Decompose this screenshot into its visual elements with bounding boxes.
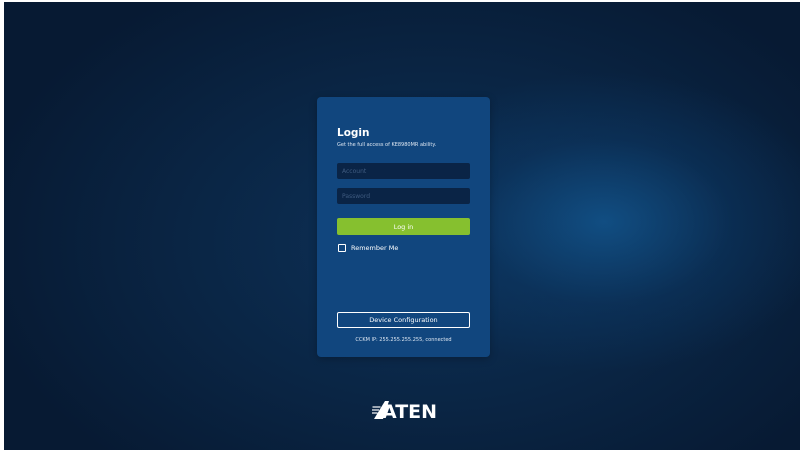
account-input[interactable] [337, 163, 470, 179]
device-configuration-button[interactable]: Device Configuration [337, 312, 470, 328]
aten-logo-text: ATEN [382, 401, 437, 419]
password-input[interactable] [337, 188, 470, 204]
remember-me-checkbox-icon[interactable] [338, 244, 346, 252]
remember-me-toggle[interactable]: Remember Me [338, 244, 398, 252]
login-panel: Login Get the full access of KE8980MR ab… [317, 97, 490, 357]
login-title: Login [337, 127, 370, 139]
login-button[interactable]: Log in [337, 218, 470, 235]
remember-me-label: Remember Me [351, 244, 399, 252]
cckm-status-text: CCKM IP: 255.255.255.255, connected [355, 337, 452, 343]
login-subtitle: Get the full access of KE8980MR ability. [337, 142, 437, 148]
aten-logo: ATEN [372, 401, 437, 419]
login-screen: Login Get the full access of KE8980MR ab… [4, 2, 800, 450]
